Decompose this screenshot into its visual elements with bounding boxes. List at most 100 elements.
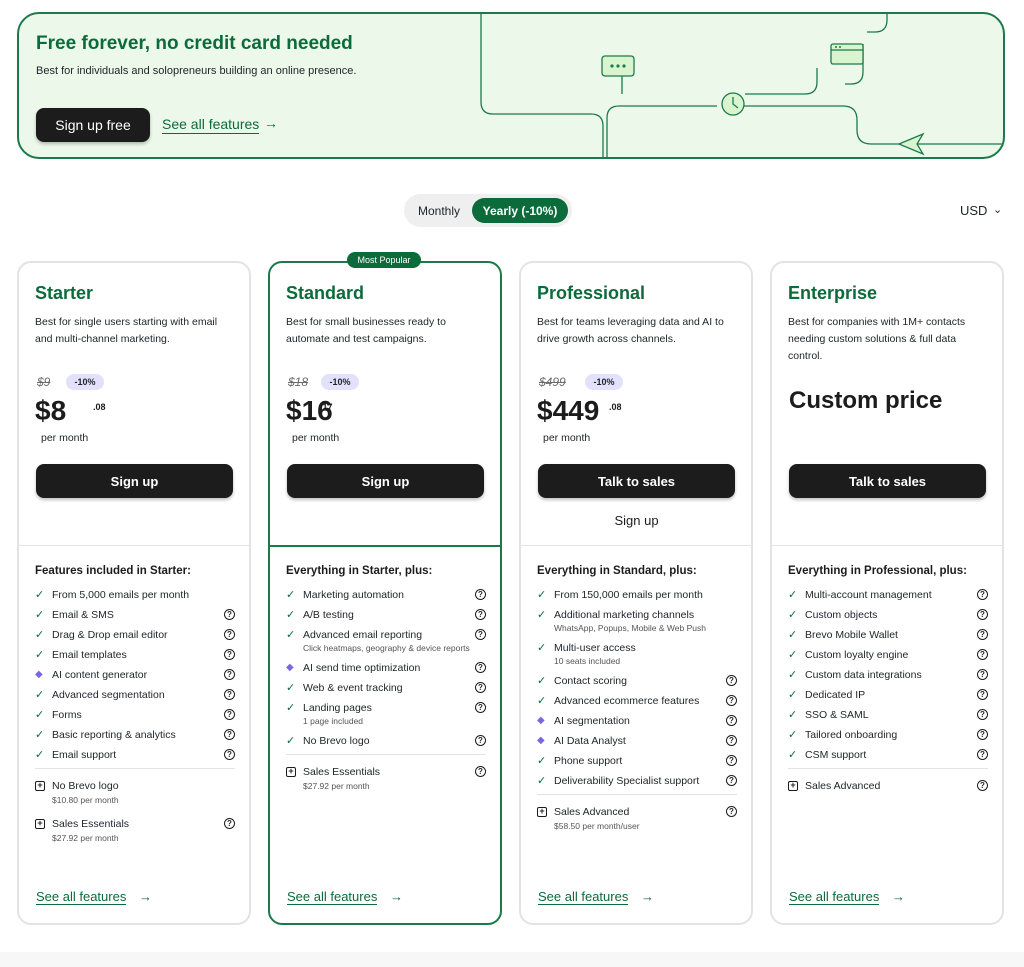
currency-select[interactable]: USD	[960, 203, 987, 218]
feature-label: A/B testing	[303, 609, 354, 621]
help-icon[interactable]: ?	[726, 695, 737, 706]
feature-item: ✓ Advanced segmentation?	[35, 688, 235, 702]
yearly-option[interactable]: Yearly (-10%)	[472, 198, 568, 223]
features-heading: Everything in Starter, plus:	[286, 565, 433, 577]
help-icon[interactable]: ?	[726, 806, 737, 817]
billing-unit: per month	[543, 432, 591, 444]
feature-item: ◆ AI content generator?	[35, 668, 235, 682]
addon-price: $27.92 per month	[52, 833, 119, 843]
help-icon[interactable]: ?	[977, 729, 988, 740]
help-icon[interactable]: ?	[726, 755, 737, 766]
sign-up-button[interactable]: Sign up	[287, 464, 484, 498]
sign-up-free-button[interactable]: Sign up free	[36, 108, 150, 142]
check-icon: ✓	[35, 609, 45, 621]
help-icon[interactable]: ?	[475, 766, 486, 777]
addon-label: Sales Essentials	[303, 766, 381, 778]
sign-up-link[interactable]: Sign up	[538, 513, 735, 528]
plus-box-icon: +	[537, 806, 547, 817]
help-icon[interactable]: ?	[224, 709, 235, 720]
check-icon: ✓	[537, 755, 547, 767]
help-icon[interactable]: ?	[475, 589, 486, 600]
feature-label: Custom data integrations	[805, 669, 922, 681]
help-icon[interactable]: ?	[224, 649, 235, 660]
help-icon[interactable]: ?	[224, 729, 235, 740]
help-icon[interactable]: ?	[475, 735, 486, 746]
help-icon[interactable]: ?	[224, 818, 235, 829]
addons-separator	[788, 768, 988, 769]
plus-box-icon: +	[788, 780, 798, 791]
plan-description: Best for single users starting with emai…	[35, 316, 218, 345]
feature-item: ◆ AI Data Analyst?	[537, 734, 737, 748]
help-icon[interactable]: ?	[977, 649, 988, 660]
check-icon: ✓	[35, 689, 45, 701]
feature-label: Contact scoring	[554, 675, 627, 687]
feature-detail: WhatsApp, Popups, Mobile & Web Push	[554, 623, 706, 633]
check-icon: ✓	[286, 682, 296, 694]
help-icon[interactable]: ?	[224, 609, 235, 620]
help-icon[interactable]: ?	[224, 689, 235, 700]
help-icon[interactable]: ?	[475, 629, 486, 640]
see-all-features-link[interactable]: See all features	[538, 890, 629, 905]
see-all-features-link[interactable]: See all features	[287, 890, 378, 905]
feature-label: Advanced ecommerce features	[554, 695, 700, 707]
check-icon: ✓	[537, 642, 547, 654]
help-icon[interactable]: ?	[475, 702, 486, 713]
help-icon[interactable]: ?	[977, 629, 988, 640]
help-icon[interactable]: ?	[475, 609, 486, 620]
feature-label: Landing pages	[303, 702, 372, 714]
help-icon[interactable]: ?	[726, 675, 737, 686]
feature-label: SSO & SAML	[805, 709, 869, 721]
help-icon[interactable]: ?	[977, 669, 988, 680]
plan-card-professional: Professional Best for teams leveraging da…	[519, 261, 753, 925]
monthly-option[interactable]: Monthly	[418, 204, 460, 218]
original-price: $18	[288, 375, 309, 389]
help-icon[interactable]: ?	[977, 689, 988, 700]
plan-price: $449	[537, 395, 600, 426]
help-icon[interactable]: ?	[726, 735, 737, 746]
feature-item: ✓ Email & SMS?	[35, 608, 235, 622]
see-all-features-link[interactable]: See all features	[36, 890, 127, 905]
addon-item: + No Brevo logo $10.80 per month	[35, 779, 235, 807]
help-icon[interactable]: ?	[475, 682, 486, 693]
feature-item: ✓ Email templates?	[35, 648, 235, 662]
feature-item: ✓ Brevo Mobile Wallet?	[788, 628, 988, 642]
check-icon: ✓	[537, 695, 547, 707]
arrow-right-icon: →	[641, 889, 654, 904]
check-icon: ✓	[537, 775, 547, 787]
help-icon[interactable]: ?	[977, 709, 988, 720]
addons-separator	[286, 754, 486, 755]
banner-see-all-features-link[interactable]: See all features	[162, 117, 260, 134]
help-icon[interactable]: ?	[726, 775, 737, 786]
talk-to-sales-button[interactable]: Talk to sales	[538, 464, 735, 498]
check-icon: ✓	[286, 589, 296, 601]
feature-item: ✓ Advanced ecommerce features?	[537, 694, 737, 708]
help-icon[interactable]: ?	[224, 669, 235, 680]
addon-item: + Sales Advanced?	[788, 779, 988, 793]
ai-sparkle-icon: ◆	[35, 669, 43, 680]
feature-label: Additional marketing channels	[554, 609, 695, 621]
card-divider	[521, 545, 751, 546]
talk-to-sales-button[interactable]: Talk to sales	[789, 464, 986, 498]
feature-label: From 5,000 emails per month	[52, 589, 190, 601]
addon-item: + Sales Advanced $58.50 per month/user?	[537, 805, 737, 833]
help-icon[interactable]: ?	[475, 662, 486, 673]
help-icon[interactable]: ?	[224, 629, 235, 640]
check-icon: ✓	[537, 675, 547, 687]
arrow-right-icon: →	[139, 889, 152, 904]
feature-label: Marketing automation	[303, 589, 404, 601]
see-all-features-link[interactable]: See all features	[789, 890, 880, 905]
plus-box-icon: +	[35, 780, 45, 791]
feature-item: ✓ From 150,000 emails per month	[537, 588, 737, 602]
help-icon[interactable]: ?	[977, 609, 988, 620]
custom-price: Custom price	[789, 387, 943, 414]
sign-up-button[interactable]: Sign up	[36, 464, 233, 498]
help-icon[interactable]: ?	[977, 589, 988, 600]
help-icon[interactable]: ?	[224, 749, 235, 760]
help-icon[interactable]: ?	[726, 715, 737, 726]
billing-unit: per month	[292, 432, 340, 444]
help-icon[interactable]: ?	[977, 749, 988, 760]
feature-label: Email support	[52, 749, 117, 761]
help-icon[interactable]: ?	[977, 780, 988, 791]
feature-label: AI segmentation	[554, 715, 630, 727]
addon-item: + Sales Essentials $27.92 per month?	[35, 817, 235, 845]
